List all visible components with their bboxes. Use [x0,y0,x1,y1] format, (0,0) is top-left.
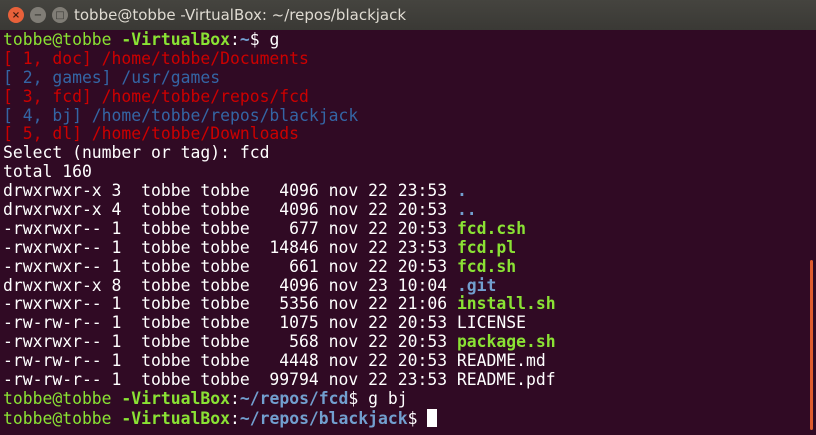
minimize-icon[interactable]: − [30,7,46,23]
close-icon[interactable]: × [8,7,24,23]
terminal-line: drwxrwxr-x 4 tobbe tobbe 4096 nov 22 20:… [3,200,556,220]
terminal-text: .git [456,275,497,295]
window-title: tobbe@tobbe -VirtualBox: ~/repos/blackja… [74,6,407,24]
terminal-text: ~/repos/fcd [239,388,349,408]
terminal-text: -rw-rw-r-- 1 tobbe tobbe 1075 nov 22 20:… [3,313,527,333]
terminal-text: [ 3, fcd] /home/tobbe/repos/fcd [3,86,309,106]
terminal-text: -rwxrwxr-- 1 tobbe tobbe 568 nov 22 20:5… [3,332,457,352]
terminal-text: : [229,30,240,49]
terminal-line: -rwxrwxr-- 1 tobbe tobbe 14846 nov 22 23… [3,237,556,258]
terminal-text: -rwxrwxr-- 1 tobbe tobbe 5356 nov 22 21:… [3,294,457,314]
terminal-text: [ 2, games] /usr/games [3,67,221,87]
terminal-text: [ 1, doc] /home/tobbe/Documents [3,48,309,68]
terminal-text: .. [456,200,477,220]
terminal-text: total 160 [3,162,92,182]
terminal-text: -rwxrwxr-- 1 tobbe tobbe 677 nov 22 20:5… [3,218,457,238]
terminal-text: tobbe@tobbe [3,30,112,49]
terminal-line: tobbe@tobbe -VirtualBox:~$ g [3,30,556,50]
terminal-line: -rwxrwxr-- 1 tobbe tobbe 677 nov 22 20:5… [3,218,556,239]
terminal-line: -rwxrwxr-- 1 tobbe tobbe 568 nov 22 20:5… [3,332,556,352]
terminal-line: [ 5, dl] /home/tobbe/Downloads [3,125,556,144]
terminal-text: $ g [249,30,280,49]
terminal-line: -rwxrwxr-- 1 tobbe tobbe 5356 nov 22 21:… [3,295,556,314]
terminal-text: $ g bj [348,388,408,408]
terminal-text: fcd.csh [456,218,527,238]
terminal-text: drwxrwxr-x 3 tobbe tobbe 4096 nov 22 23:… [3,181,457,201]
terminal-text: tobbe@tobbe [3,388,112,408]
terminal-text: ~/repos/blackjack [239,408,408,428]
terminal-text: -VirtualBox [111,388,230,408]
terminal-line: -rwxrwxr-- 1 tobbe tobbe 661 nov 22 20:5… [3,256,556,277]
terminal-text: fcd.pl [456,237,517,257]
terminal-line: drwxrwxr-x 8 tobbe tobbe 4096 nov 23 10:… [3,275,556,296]
terminal-text: -rwxrwxr-- 1 tobbe tobbe 661 nov 22 20:5… [3,256,457,276]
terminal-text: -VirtualBox [111,30,230,49]
terminal-text: [ 5, dl] /home/tobbe/Downloads [3,124,300,144]
terminal-line: Select (number or tag): fcd [3,143,556,163]
title-bar: × − □ tobbe@tobbe -VirtualBox: ~/repos/b… [0,0,816,30]
terminal-line: tobbe@tobbe -VirtualBox:~/repos/blackjac… [3,408,556,428]
terminal-text: Select (number or tag): fcd [3,143,270,163]
terminal-text: : [229,408,240,428]
terminal-line: -rw-rw-r-- 1 tobbe tobbe 1075 nov 22 20:… [3,313,556,333]
terminal-text: -rw-rw-r-- 1 tobbe tobbe 4448 nov 22 20:… [3,351,546,371]
terminal-line: [ 4, bj] /home/tobbe/repos/blackjack [3,105,556,126]
terminal-text: : [229,388,240,408]
terminal-text: [ 4, bj] /home/tobbe/repos/blackjack [3,105,359,125]
terminal-text: tobbe@tobbe [3,408,112,428]
terminal-line: total 160 [3,162,556,182]
terminal-line: [ 1, doc] /home/tobbe/Documents [3,48,556,69]
terminal-output[interactable]: tobbe@tobbe -VirtualBox:~$ g[ 1, doc] /h… [3,30,556,428]
terminal-text: . [456,181,467,201]
terminal-line: [ 2, games] /usr/games [3,67,556,88]
terminal-line: tobbe@tobbe -VirtualBox:~/repos/fcd$ g b… [3,388,556,409]
terminal-line: -rw-rw-r-- 1 tobbe tobbe 99794 nov 22 23… [3,370,556,390]
terminal-text: -rwxrwxr-- 1 tobbe tobbe 14846 nov 22 23… [3,237,457,257]
terminal-text: install.sh [456,294,556,314]
terminal-line: drwxrwxr-x 3 tobbe tobbe 4096 nov 22 23:… [3,181,556,201]
terminal-text: $ [407,408,428,428]
terminal-text: drwxrwxr-x 4 tobbe tobbe 4096 nov 22 20:… [3,200,457,220]
terminal-text: fcd.sh [456,256,517,276]
terminal-text: -rw-rw-r-- 1 tobbe tobbe 99794 nov 22 23… [3,370,556,390]
terminal-line: -rw-rw-r-- 1 tobbe tobbe 4448 nov 22 20:… [3,351,556,371]
terminal-text: package.sh [456,332,556,352]
maximize-icon[interactable]: □ [52,7,68,23]
terminal-text: drwxrwxr-x 8 tobbe tobbe 4096 nov 23 10:… [3,275,457,295]
terminal-cursor [427,408,438,427]
terminal-text: -VirtualBox [111,408,230,428]
terminal-line: [ 3, fcd] /home/tobbe/repos/fcd [3,86,556,107]
terminal-text: ~ [239,30,250,49]
scrollbar-thumb[interactable] [810,260,813,430]
